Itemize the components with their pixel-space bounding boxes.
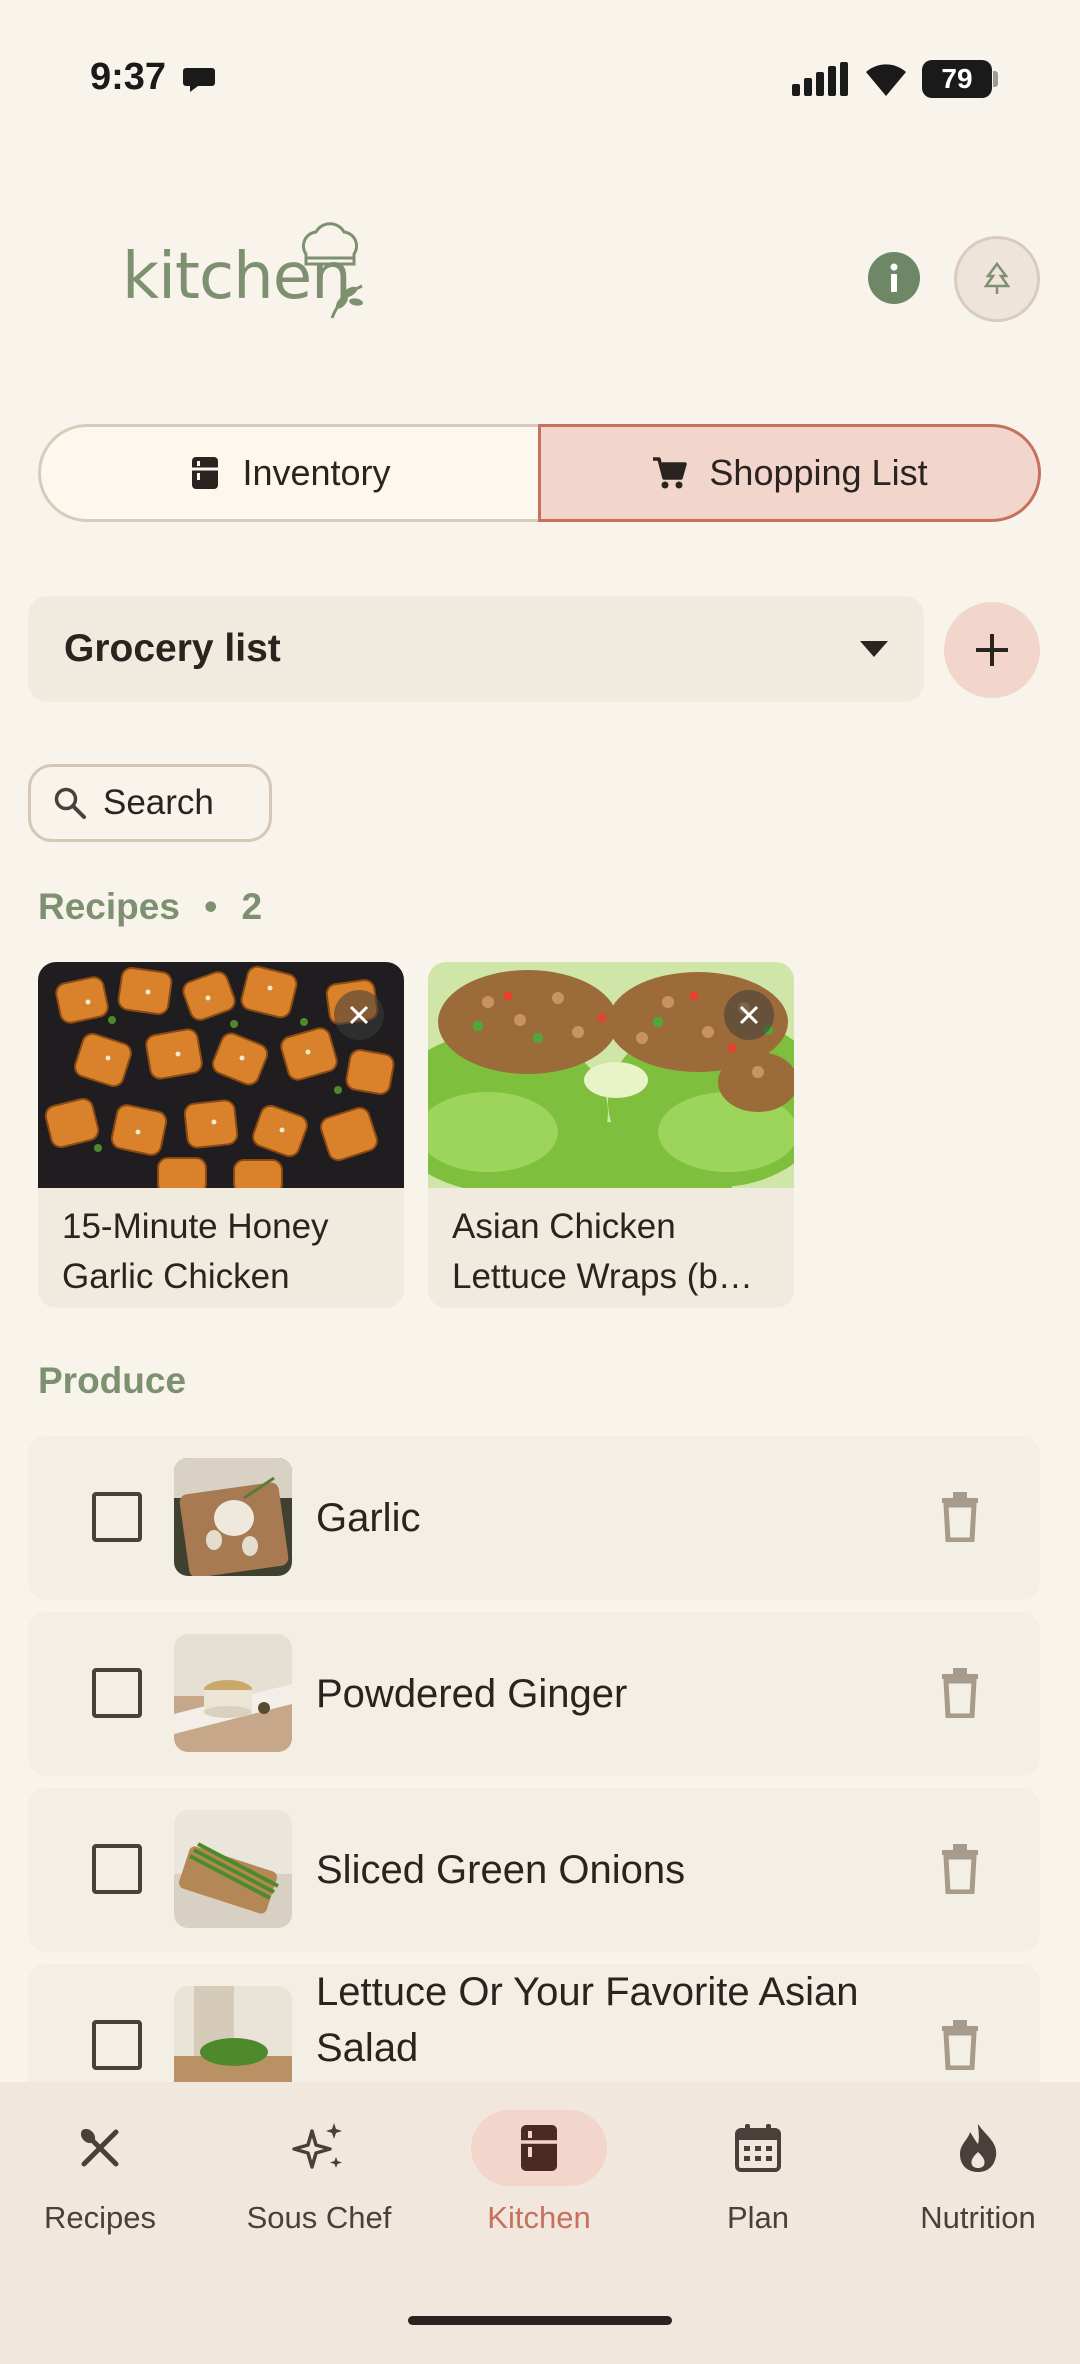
plus-icon bbox=[976, 634, 1008, 666]
tab-shopping-list[interactable]: Shopping List bbox=[538, 424, 1041, 522]
tree-icon bbox=[983, 262, 1011, 294]
item-thumbnail bbox=[174, 1810, 292, 1928]
chef-hat-icon bbox=[301, 222, 363, 319]
item-label: Powdered Ginger bbox=[316, 1672, 628, 1716]
kitchen-logo: kitchen bbox=[122, 222, 363, 332]
search-icon bbox=[54, 787, 86, 819]
nav-sous-chef[interactable]: Sous Chef bbox=[229, 2110, 409, 2236]
nav-sous-chef-label: Sous Chef bbox=[246, 2200, 392, 2235]
recipes-section-title: Recipes bbox=[38, 886, 180, 927]
produce-section-title: Produce bbox=[38, 1360, 187, 1401]
nav-recipes-label: Recipes bbox=[44, 2200, 156, 2235]
battery-level: 79 bbox=[941, 63, 973, 94]
battery-indicator: 79 bbox=[922, 60, 992, 98]
close-icon bbox=[349, 1005, 369, 1025]
nav-recipes[interactable]: Recipes bbox=[10, 2110, 190, 2236]
item-thumbnail bbox=[174, 1458, 292, 1576]
fridge-icon bbox=[521, 2125, 557, 2171]
nav-kitchen[interactable]: Kitchen bbox=[449, 2110, 629, 2236]
recipes-section-separator: • bbox=[204, 886, 218, 927]
nav-plan[interactable]: Plan bbox=[668, 2110, 848, 2236]
recipes-section-header: Recipes • 2 bbox=[38, 886, 262, 928]
item-label: Sliced Green Onions bbox=[316, 1848, 686, 1892]
list-selector-value: Grocery list bbox=[64, 627, 281, 670]
list-item: Sliced Green Onions bbox=[28, 1788, 1040, 1952]
item-thumbnail bbox=[174, 1634, 292, 1752]
item-checkbox[interactable] bbox=[92, 2020, 142, 2070]
tab-inventory[interactable]: Inventory bbox=[38, 424, 540, 522]
tab-shopping-list-label: Shopping List bbox=[709, 452, 928, 493]
recipe-image bbox=[428, 962, 794, 1188]
signal-icon bbox=[792, 62, 848, 96]
flame-icon bbox=[960, 2124, 997, 2172]
search-button[interactable]: Search bbox=[28, 764, 272, 842]
nav-plan-label: Plan bbox=[726, 2200, 790, 2235]
recipe-card[interactable]: 15-Minute Honey Garlic Chicken bbox=[38, 962, 404, 1308]
fork-knife-icon bbox=[80, 2128, 119, 2167]
search-label: Search bbox=[103, 783, 214, 822]
fridge-icon bbox=[192, 457, 219, 489]
remove-recipe-button[interactable] bbox=[724, 990, 774, 1040]
info-icon bbox=[890, 263, 898, 292]
delete-icon[interactable] bbox=[940, 1668, 980, 1718]
item-checkbox[interactable] bbox=[92, 1668, 142, 1718]
home-indicator[interactable] bbox=[408, 2316, 672, 2325]
recipe-image bbox=[38, 962, 404, 1188]
message-icon bbox=[183, 68, 215, 92]
battery-tip bbox=[993, 71, 998, 87]
close-icon bbox=[739, 1005, 759, 1025]
nav-kitchen-label: Kitchen bbox=[487, 2200, 591, 2235]
add-list-button[interactable] bbox=[944, 602, 1040, 698]
dropdown-arrow-icon bbox=[860, 641, 888, 657]
recipe-card[interactable]: Asian Chicken Lettuce Wraps (b… bbox=[428, 962, 794, 1308]
list-item: Garlic bbox=[28, 1436, 1040, 1600]
cart-icon bbox=[653, 457, 688, 489]
recipes-count: 2 bbox=[241, 886, 263, 927]
sparkle-icon bbox=[292, 2123, 342, 2169]
delete-icon[interactable] bbox=[940, 1492, 980, 1542]
tab-inventory-label: Inventory bbox=[242, 452, 391, 493]
recipe-title: Asian Chicken Lettuce Wraps (b… bbox=[452, 1207, 753, 1296]
item-label: Lettuce Or Your Favorite Asian Salad bbox=[316, 1970, 859, 2070]
list-item: Powdered Ginger bbox=[28, 1612, 1040, 1776]
info-button[interactable] bbox=[868, 252, 920, 304]
item-checkbox[interactable] bbox=[92, 1844, 142, 1894]
wifi-icon bbox=[866, 64, 906, 96]
item-label: Garlic bbox=[316, 1496, 421, 1540]
item-checkbox[interactable] bbox=[92, 1492, 142, 1542]
calendar-icon bbox=[735, 2124, 781, 2172]
delete-icon[interactable] bbox=[940, 2020, 980, 2070]
status-time: 9:37 bbox=[90, 56, 167, 98]
remove-recipe-button[interactable] bbox=[334, 990, 384, 1040]
nav-nutrition[interactable]: Nutrition bbox=[888, 2110, 1068, 2236]
recipe-title: 15-Minute Honey Garlic Chicken bbox=[62, 1207, 329, 1296]
delete-icon[interactable] bbox=[940, 1844, 980, 1894]
nav-nutrition-label: Nutrition bbox=[920, 2200, 1036, 2235]
list-selector-dropdown[interactable]: Grocery list bbox=[28, 596, 924, 702]
profile-avatar-button[interactable] bbox=[954, 236, 1040, 322]
